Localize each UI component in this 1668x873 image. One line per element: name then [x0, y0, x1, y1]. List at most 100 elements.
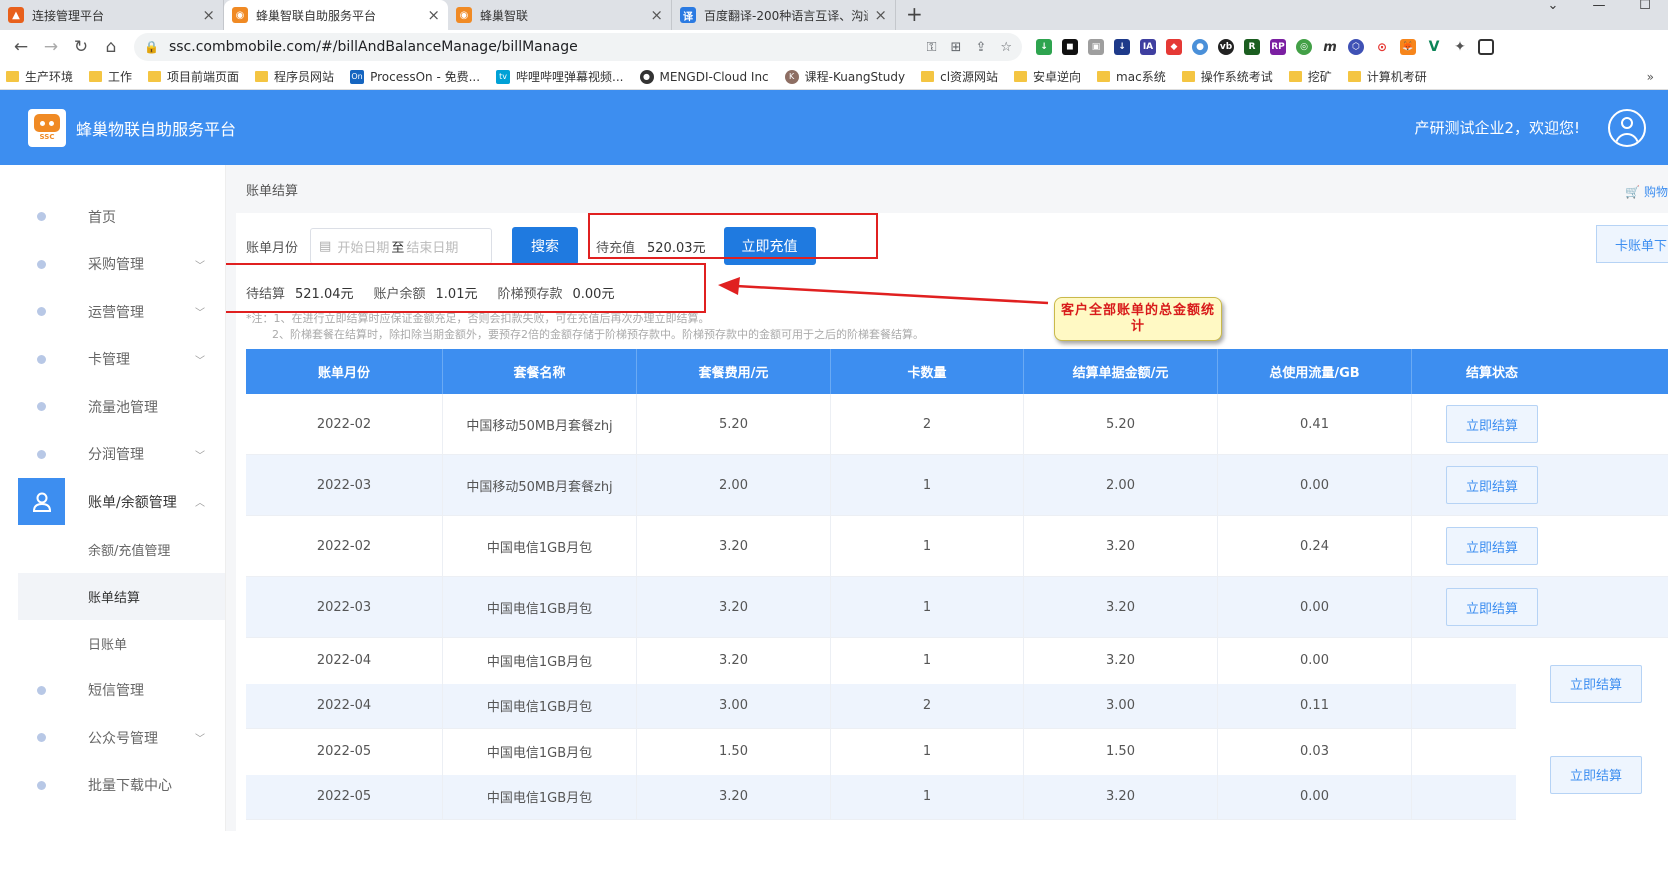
settle-now-button[interactable]: 立即结算 — [1446, 405, 1538, 443]
lock-icon[interactable]: 🔒 — [144, 40, 159, 54]
tab-search-icon[interactable]: ⌄ — [1530, 0, 1576, 24]
settle-now-button[interactable]: 立即结算 — [1446, 527, 1538, 565]
calendar-icon: ▤ — [319, 238, 332, 254]
extension-icon[interactable]: ⬡ — [1348, 39, 1364, 55]
card-bill-download-button[interactable]: 卡账单下 — [1596, 225, 1668, 263]
extension-icon[interactable]: ● — [1192, 39, 1208, 55]
app-logo[interactable]: SSC — [28, 108, 66, 147]
puzzle-icon[interactable]: ✦ — [1452, 39, 1468, 55]
browser-tab-active[interactable]: ◉ 蜂巢智联自助服务平台 × — [224, 0, 448, 30]
column-header: 总使用流量/GB — [1218, 349, 1412, 394]
close-icon[interactable]: × — [650, 6, 663, 24]
extension-icon[interactable]: ▣ — [1088, 39, 1104, 55]
sidebar-item-billing[interactable]: 账单/余额管理 ︿ — [0, 478, 225, 526]
bookmark-link[interactable]: K 课程-KuangStudy — [784, 68, 905, 85]
sidebar-item-official-account[interactable]: 公众号管理 ﹀ — [0, 714, 225, 762]
sidebar-item-profit-share[interactable]: 分润管理 ﹀ — [0, 431, 225, 479]
share-icon[interactable]: ⇪ — [975, 40, 986, 55]
sidebar-subitem-balance[interactable]: 余额/充值管理 — [0, 526, 225, 573]
user-avatar-icon[interactable] — [1608, 108, 1646, 147]
bookmark-star-icon[interactable]: ☆ — [1000, 40, 1012, 55]
extension-icon[interactable]: m — [1322, 39, 1338, 55]
date-range-picker[interactable]: ▤ 开始日期 至 结束日期 — [310, 228, 493, 264]
close-icon[interactable]: × — [874, 6, 887, 24]
tab-title: 连接管理平台 — [32, 8, 105, 23]
start-date-input[interactable]: 开始日期 — [337, 237, 389, 256]
sidebar-item-batch-download[interactable]: 批量下载中心 — [0, 762, 225, 810]
bookmark-folder[interactable]: cl资源网站 — [921, 68, 998, 85]
back-icon[interactable]: ← — [6, 37, 36, 57]
browser-tab[interactable]: ▲ 连接管理平台 × — [0, 0, 224, 30]
folder-icon — [255, 71, 269, 82]
extension-icon[interactable]: IA — [1140, 39, 1156, 55]
tier-deposit-label: 阶梯预存款 — [497, 287, 563, 302]
extension-icon[interactable]: R — [1244, 39, 1260, 55]
sidebar-subitem-bill-settlement[interactable]: 账单结算 — [18, 572, 225, 620]
extension-icon[interactable]: ↓ — [1114, 39, 1130, 55]
bookmark-folder[interactable]: 计算机考研 — [1347, 68, 1427, 85]
sidebar-item-purchase[interactable]: 采购管理 ﹀ — [0, 241, 225, 289]
dot-icon — [37, 733, 46, 743]
settle-now-button[interactable]: 立即结算 — [1550, 664, 1642, 703]
end-date-input[interactable]: 结束日期 — [406, 237, 458, 256]
metamask-icon[interactable]: 🦊 — [1400, 39, 1416, 55]
home-icon[interactable]: ⌂ — [96, 37, 126, 57]
dot-icon — [37, 685, 46, 695]
extension-icon[interactable]: ↓ — [1036, 39, 1052, 55]
settle-now-button[interactable]: 立即结算 — [1446, 588, 1538, 626]
browser-tab[interactable]: 译 百度翻译-200种语言互译、沟通 × — [672, 0, 896, 30]
table-row: 2022-04 中国电信1GB月包 3.00 2 3.00 0.11 — [246, 683, 1668, 729]
sidebar-item-cards[interactable]: 卡管理 ﹀ — [0, 336, 225, 384]
close-icon[interactable]: × — [202, 6, 215, 24]
settle-now-button[interactable]: 立即结算 — [1446, 466, 1538, 504]
browser-tab[interactable]: ◉ 蜂巢智联 × — [448, 0, 672, 30]
cart-link[interactable]: 🛒 购物 — [1625, 183, 1668, 200]
extension-icon[interactable]: ◆ — [1166, 39, 1182, 55]
reload-icon[interactable]: ↻ — [66, 37, 96, 57]
table-row: 2022-02 中国电信1GB月包 3.20 1 3.20 0.24 立即结算 — [246, 516, 1668, 577]
bookmark-link[interactable]: ● MENGDI-Cloud Inc — [639, 69, 769, 84]
extension-icon[interactable]: ◎ — [1296, 39, 1312, 55]
chevron-down-icon: ﹀ — [195, 308, 205, 320]
extension-icon[interactable]: V — [1426, 39, 1442, 55]
key-icon[interactable]: ⚿ — [927, 40, 937, 55]
recharge-button[interactable]: 立即充值 — [723, 227, 816, 265]
bookmark-folder[interactable]: 操作系统考试 — [1181, 68, 1273, 85]
sidebar-item-sms[interactable]: 短信管理 — [0, 667, 225, 715]
sidepanel-icon[interactable] — [1478, 39, 1494, 55]
bookmark-folder[interactable]: 生产环境 — [6, 68, 73, 85]
bookmark-folder[interactable]: mac系统 — [1097, 68, 1166, 85]
browser-toolbar: ← → ↻ ⌂ 🔒 ssc.combmobile.com/#/billAndBa… — [0, 30, 1668, 64]
settle-now-button[interactable]: 立即结算 — [1550, 755, 1642, 794]
close-icon[interactable]: × — [427, 6, 440, 24]
bookmark-folder[interactable]: 工作 — [89, 68, 132, 85]
sidebar-item-operations[interactable]: 运营管理 ﹀ — [0, 288, 225, 336]
extension-icon[interactable]: RP — [1270, 39, 1286, 55]
bookmark-folder[interactable]: 挖矿 — [1288, 68, 1332, 85]
bookmark-link[interactable]: tv 哔哩哔哩弹幕视频... — [496, 68, 624, 85]
search-button[interactable]: 搜索 — [512, 227, 579, 265]
sidebar-item-home[interactable]: 首页 — [0, 193, 225, 241]
url-text[interactable]: ssc.combmobile.com/#/billAndBalanceManag… — [169, 39, 927, 55]
translate-icon[interactable]: ⊞ — [951, 40, 962, 55]
minimize-icon[interactable]: — — [1576, 0, 1622, 24]
sidebar-subitem-daily-bill[interactable]: 日账单 — [0, 620, 225, 667]
filter-bar: 账单月份 ▤ 开始日期 至 结束日期 搜索 — [246, 227, 579, 265]
bookmarks-overflow-button[interactable]: » — [1647, 70, 1654, 84]
forward-icon[interactable]: → — [36, 37, 66, 57]
address-bar[interactable]: 🔒 ssc.combmobile.com/#/billAndBalanceMan… — [134, 33, 1022, 61]
extension-icon[interactable]: vb — [1218, 39, 1234, 55]
bookmark-folder[interactable]: 安卓逆向 — [1014, 68, 1081, 85]
user-icon — [18, 478, 65, 526]
sidebar-item-traffic-pool[interactable]: 流量池管理 — [0, 383, 225, 431]
extension-icon[interactable]: ◼ — [1062, 39, 1078, 55]
maximize-icon[interactable]: ☐ — [1622, 0, 1668, 24]
new-tab-button[interactable]: + — [896, 0, 933, 30]
bookmark-link[interactable]: On ProcessOn - 免费... — [350, 68, 480, 85]
pending-recharge: 待充值 520.03元 立即充值 — [596, 227, 816, 265]
bookmark-folder[interactable]: 项目前端页面 — [148, 68, 239, 85]
pending-recharge-value: 520.03元 — [647, 240, 706, 256]
extension-icon[interactable]: ⊙ — [1374, 39, 1390, 55]
dot-icon — [37, 780, 46, 790]
bookmark-folder[interactable]: 程序员网站 — [255, 68, 334, 85]
